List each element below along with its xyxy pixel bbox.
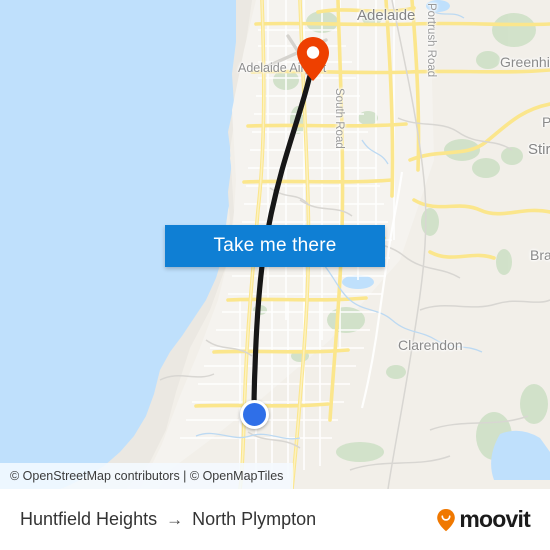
moovit-logo[interactable]: moovit — [436, 506, 531, 533]
map-attribution[interactable]: © OpenStreetMap contributors | © OpenMap… — [0, 463, 294, 489]
moovit-pin-icon — [437, 508, 456, 531]
destination-dot[interactable] — [240, 400, 269, 429]
map-directions-screen: Adelaide Adelaide Airport South Road Por… — [0, 0, 550, 550]
arrow-right-icon: → — [166, 510, 184, 529]
route-summary: Huntfield Heights → North Plympton — [20, 509, 316, 530]
map-canvas[interactable]: Adelaide Adelaide Airport South Road Por… — [0, 0, 550, 489]
origin-pin-icon[interactable] — [296, 36, 330, 82]
origin-label: Huntfield Heights — [20, 509, 158, 529]
take-me-there-button[interactable]: Take me there — [165, 225, 385, 267]
destination-label: North Plympton — [192, 509, 317, 529]
footer-bar: Huntfield Heights → North Plympton moovi… — [0, 489, 550, 550]
moovit-wordmark: moovit — [459, 506, 530, 532]
